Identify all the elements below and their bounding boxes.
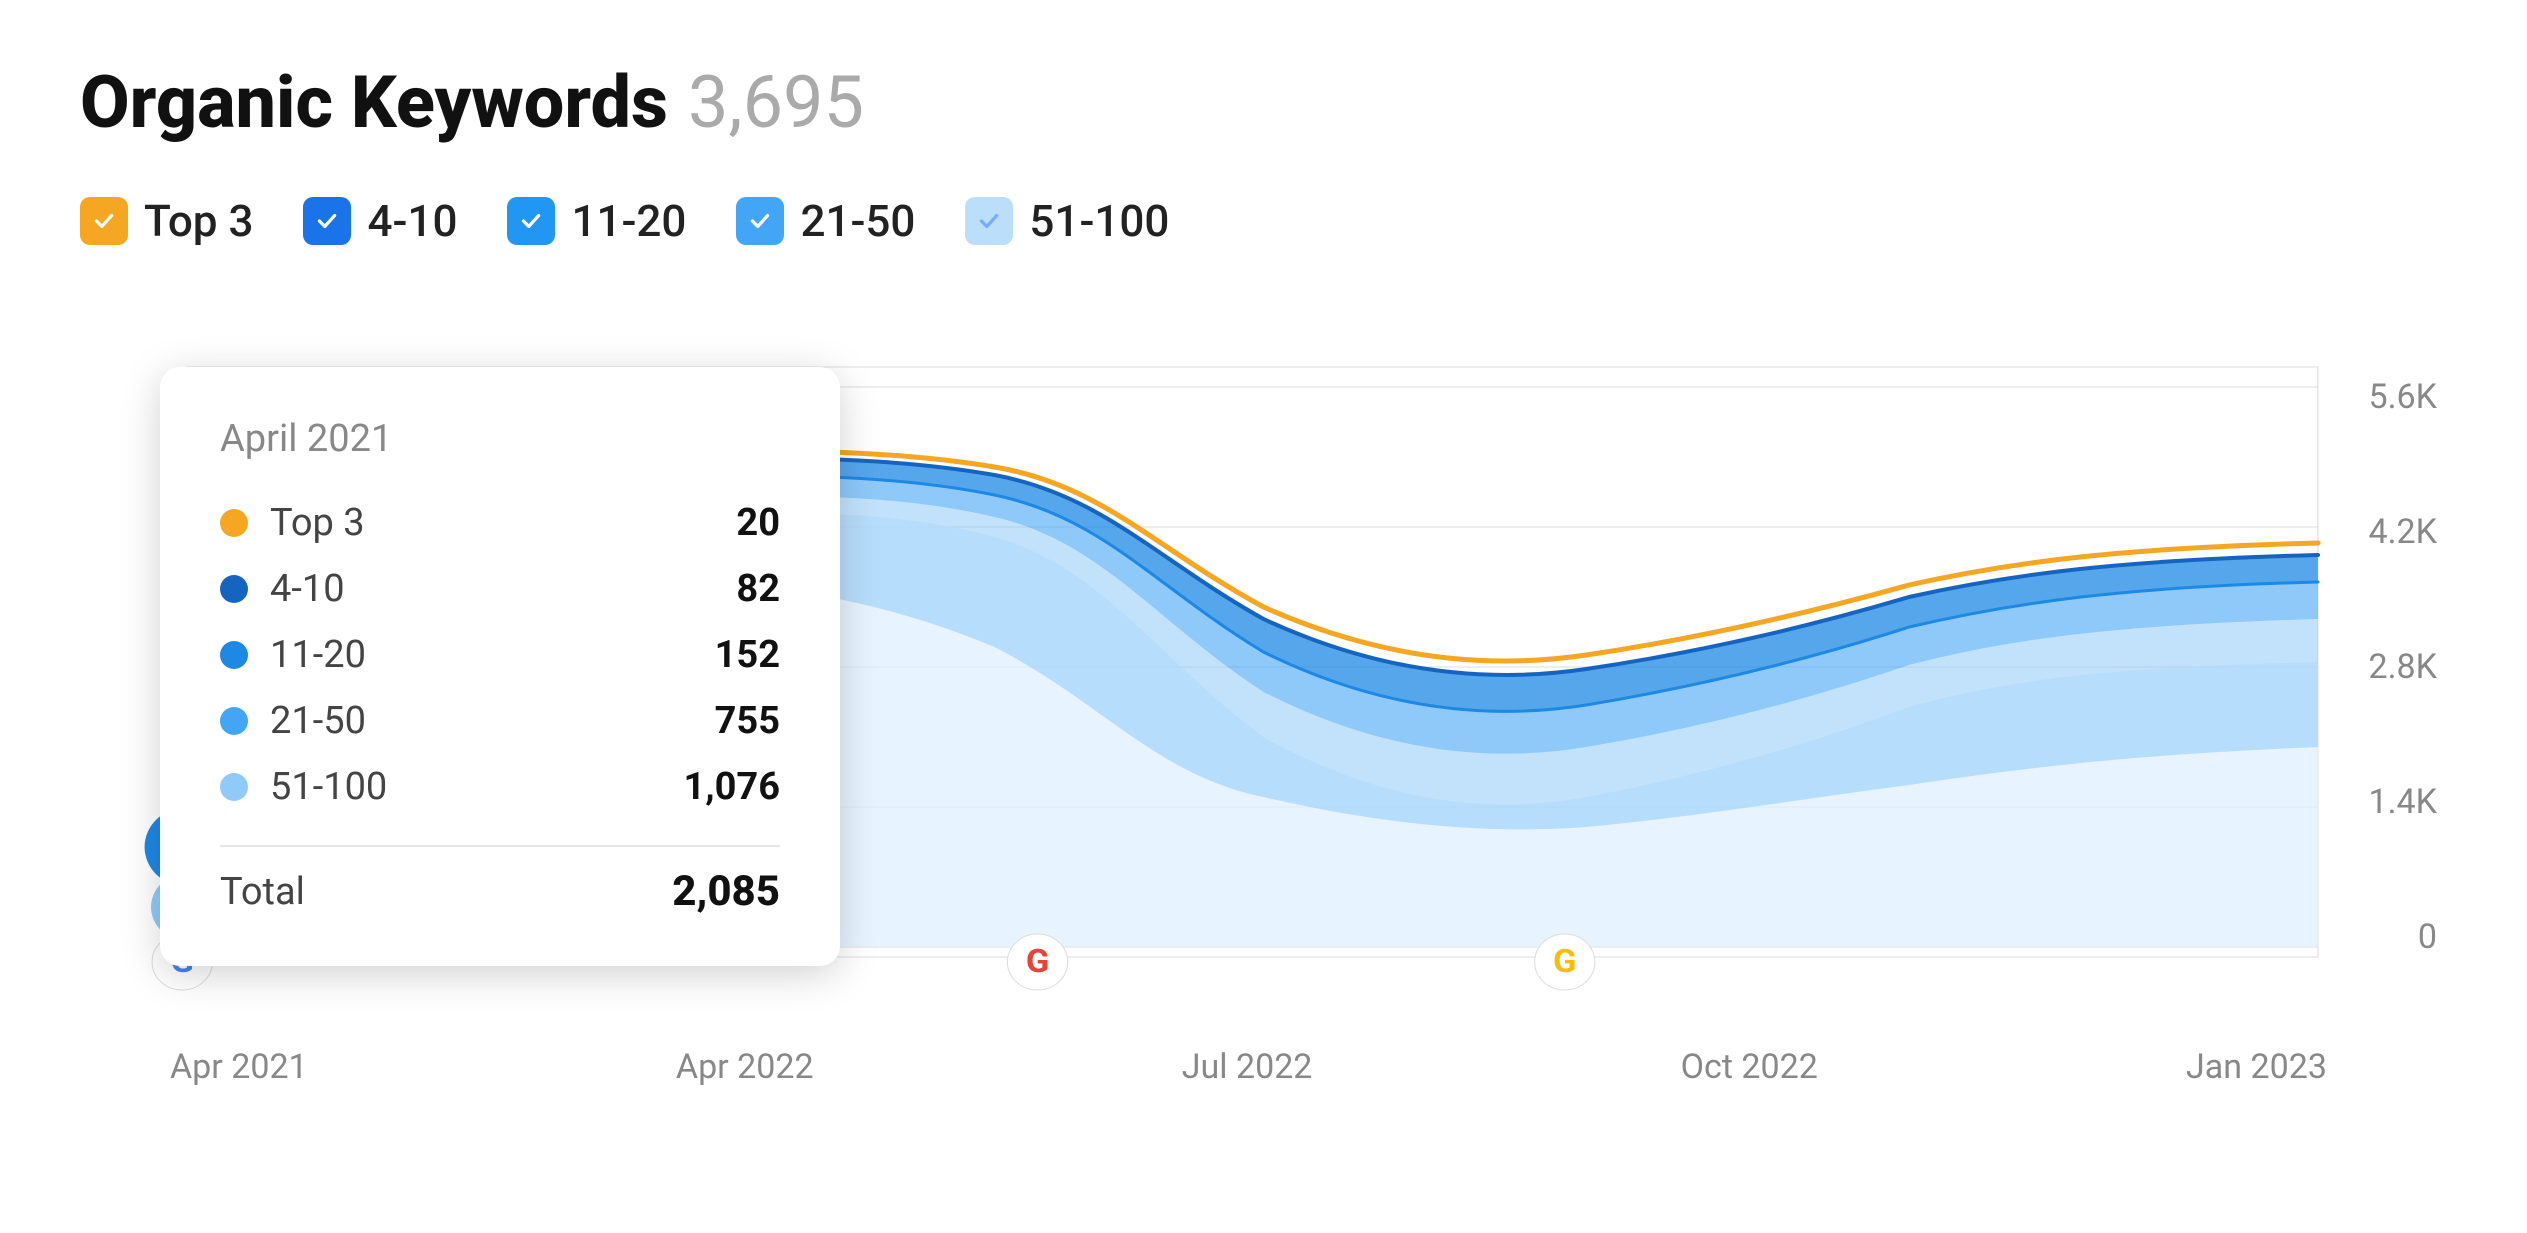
- checkbox-top3[interactable]: [80, 197, 128, 245]
- title-row: Organic Keywords 3,695: [80, 60, 2447, 145]
- tooltip-value-51-100: 1,076: [683, 765, 780, 809]
- filter-label-21-50: 21-50: [800, 195, 915, 247]
- tooltip-value-21-50: 755: [715, 699, 780, 743]
- checkmark-icon: [976, 208, 1002, 234]
- tooltip-total-label: Total: [220, 870, 305, 914]
- tooltip-divider: [220, 845, 780, 847]
- tooltip-date: April 2021: [220, 417, 780, 461]
- checkbox-51-100[interactable]: [965, 197, 1013, 245]
- tooltip-row-51-100: 51-100 1,076: [220, 765, 780, 809]
- filter-21-50[interactable]: 21-50: [736, 195, 915, 247]
- tooltip-name-top3: Top 3: [270, 501, 365, 545]
- chart-wrapper: G G G G April 2021: [80, 307, 2447, 1087]
- tooltip-rows: Top 3 20 4-10 82 11-20: [220, 501, 780, 809]
- tooltip-total-value: 2,085: [672, 867, 780, 916]
- keyword-count: 3,695: [688, 60, 864, 145]
- y-label-1400: 1.4K: [2368, 782, 2437, 822]
- tooltip-dot-top3: [220, 509, 248, 537]
- tooltip-name-21-50: 21-50: [270, 699, 366, 743]
- filter-4-10[interactable]: 4-10: [303, 195, 457, 247]
- filter-label-11-20: 11-20: [571, 195, 686, 247]
- tooltip: April 2021 Top 3 20 4-10 82: [160, 367, 840, 966]
- tooltip-value-top3: 20: [736, 501, 780, 545]
- checkbox-21-50[interactable]: [736, 197, 784, 245]
- checkmark-icon: [518, 208, 544, 234]
- x-axis-labels: Apr 2021 Apr 2022 Jul 2022 Oct 2022 Jan …: [170, 1047, 2327, 1087]
- x-label-oct2022: Oct 2022: [1681, 1047, 1818, 1087]
- tooltip-value-4-10: 82: [736, 567, 780, 611]
- tooltip-dot-4-10: [220, 575, 248, 603]
- checkbox-11-20[interactable]: [507, 197, 555, 245]
- page-container: Organic Keywords 3,695 Top 3 4-10: [0, 0, 2527, 1233]
- tooltip-name-51-100: 51-100: [270, 765, 387, 809]
- checkmark-icon: [314, 208, 340, 234]
- filter-11-20[interactable]: 11-20: [507, 195, 686, 247]
- x-label-jul2022: Jul 2022: [1182, 1047, 1313, 1087]
- tooltip-row-11-20: 11-20 152: [220, 633, 780, 677]
- page-title: Organic Keywords: [80, 60, 668, 145]
- filters-row: Top 3 4-10 11-20: [80, 195, 2447, 247]
- checkbox-4-10[interactable]: [303, 197, 351, 245]
- svg-text:G: G: [1026, 943, 1049, 981]
- tooltip-value-11-20: 152: [715, 633, 780, 677]
- y-label-5600: 5.6K: [2368, 377, 2437, 417]
- tooltip-row-4-10: 4-10 82: [220, 567, 780, 611]
- filter-51-100[interactable]: 51-100: [965, 195, 1169, 247]
- tooltip-row-top3: Top 3 20: [220, 501, 780, 545]
- tooltip-dot-51-100: [220, 773, 248, 801]
- filter-label-51-100: 51-100: [1029, 195, 1169, 247]
- checkmark-icon: [91, 208, 117, 234]
- x-label-jan2023: Jan 2023: [2186, 1047, 2327, 1087]
- filter-top3[interactable]: Top 3: [80, 195, 253, 247]
- x-label-apr2022: Apr 2022: [676, 1047, 814, 1087]
- x-label-apr2021: Apr 2021: [170, 1047, 308, 1087]
- tooltip-name-11-20: 11-20: [270, 633, 366, 677]
- filter-label-4-10: 4-10: [367, 195, 457, 247]
- tooltip-dot-11-20: [220, 641, 248, 669]
- y-label-0: 0: [2368, 917, 2437, 957]
- checkmark-icon: [747, 208, 773, 234]
- tooltip-total-row: Total 2,085: [220, 867, 780, 916]
- svg-text:G: G: [1553, 943, 1576, 981]
- y-axis-labels: 5.6K 4.2K 2.8K 1.4K 0: [2368, 367, 2437, 967]
- filter-label-top3: Top 3: [144, 195, 253, 247]
- tooltip-row-21-50: 21-50 755: [220, 699, 780, 743]
- y-label-2800: 2.8K: [2368, 647, 2437, 687]
- tooltip-dot-21-50: [220, 707, 248, 735]
- y-label-4200: 4.2K: [2368, 512, 2437, 552]
- tooltip-name-4-10: 4-10: [270, 567, 345, 611]
